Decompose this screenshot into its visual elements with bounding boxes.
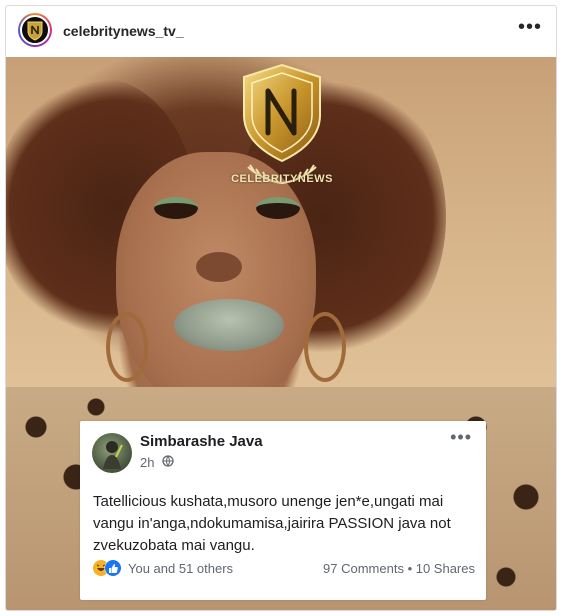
photo-eye-left (154, 197, 198, 219)
post-time: 2h (140, 455, 155, 470)
profile-avatar-ring[interactable] (18, 13, 52, 47)
more-options-icon[interactable]: ••• (518, 16, 542, 39)
photo-lips (174, 299, 284, 351)
avatar[interactable] (20, 15, 50, 45)
author-avatar (92, 433, 132, 473)
photo-eye-right (256, 197, 300, 219)
post-header: celebritynews_tv_ ••• (6, 6, 556, 56)
like-reaction-icon (104, 559, 122, 577)
author-name: Simbarashe Java (140, 433, 263, 450)
post-username[interactable]: celebritynews_tv_ (63, 23, 184, 39)
author-photo-icon (103, 441, 123, 469)
photo-earring-left (106, 312, 148, 382)
watermark-text: CELEBRITYNEWS (231, 173, 333, 185)
post-card: celebritynews_tv_ ••• CELEBRITYNEWS Simb… (5, 5, 557, 611)
post-photo[interactable]: CELEBRITYNEWS Simbarashe Java 2h ••• Tat… (6, 57, 556, 610)
brand-logo-icon (27, 21, 43, 41)
globe-icon (162, 455, 174, 467)
photo-nose (196, 252, 242, 282)
photo-earring-right (304, 312, 346, 382)
comments-shares-count: 97 Comments • 10 Shares (323, 561, 475, 576)
embedded-facebook-post: Simbarashe Java 2h ••• Tatellicious kush… (80, 421, 486, 600)
likes-text: You and 51 others (128, 561, 234, 576)
post-text: Tatellicious kushata,musoro unenge jen*e… (93, 493, 451, 554)
embedded-more-icon: ••• (450, 427, 472, 447)
reaction-icons (93, 559, 122, 577)
